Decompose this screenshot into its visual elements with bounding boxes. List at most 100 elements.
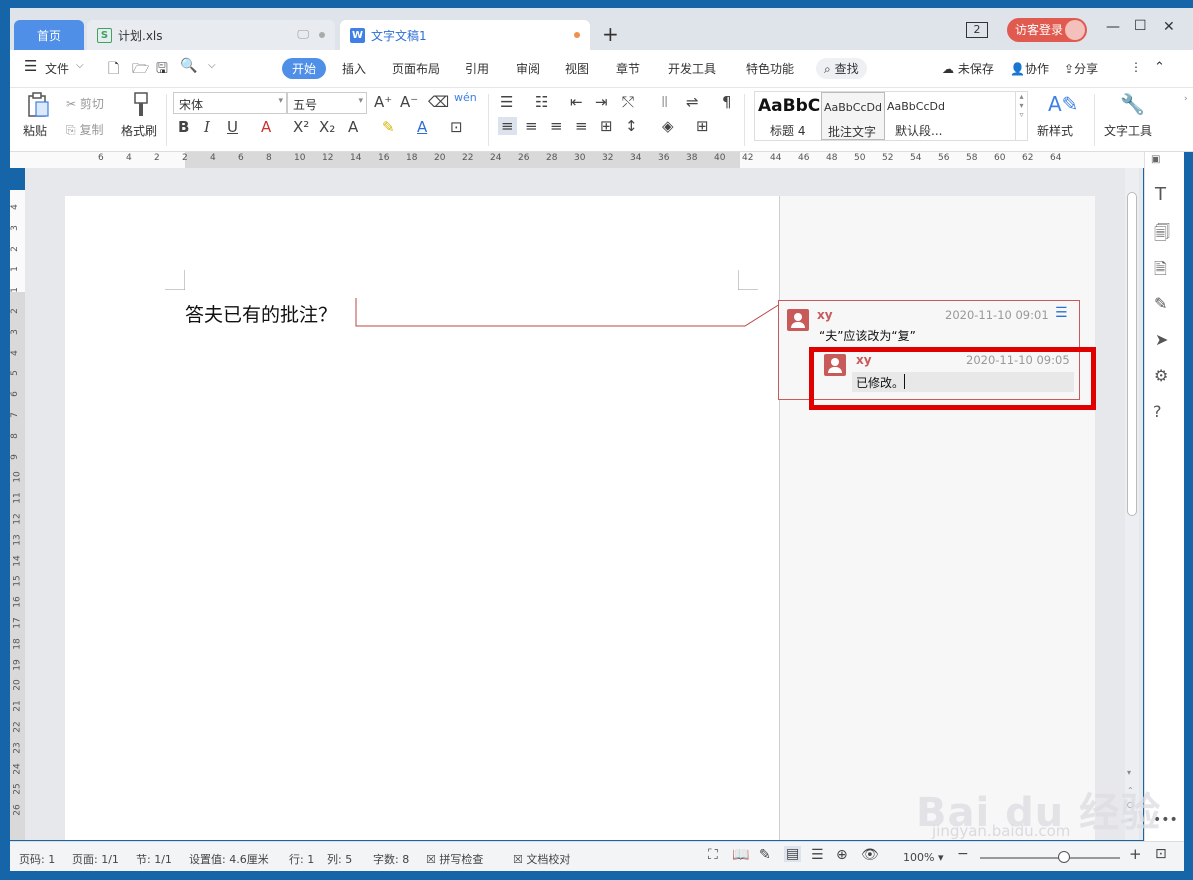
- scroll-down-icon[interactable]: ▾: [1127, 768, 1131, 777]
- web-view-icon[interactable]: ⊕: [836, 847, 848, 863]
- menu-start[interactable]: 开始: [282, 58, 327, 79]
- menu-chapter[interactable]: 章节: [616, 60, 640, 77]
- spell-check-button[interactable]: ☒ 拼写检查: [426, 851, 483, 867]
- format-painter-button[interactable]: 格式刷: [121, 122, 157, 139]
- fullscreen-icon[interactable]: ⛶: [708, 847, 718, 863]
- chevron-down-icon[interactable]: ⌵: [76, 60, 84, 71]
- status-setting[interactable]: 设置值: 4.6厘米: [189, 851, 269, 867]
- more-options-icon[interactable]: ⋮: [1130, 60, 1142, 74]
- style-heading4[interactable]: AaBbC 标题 4: [755, 92, 821, 140]
- strikethrough-icon[interactable]: A: [261, 118, 271, 136]
- new-doc-icon[interactable]: 🗋: [108, 58, 119, 82]
- bold-icon[interactable]: B: [178, 118, 189, 136]
- doc-settings-icon[interactable]: 🗎: [1154, 258, 1167, 285]
- pointer-icon[interactable]: ➤: [1155, 330, 1168, 349]
- char-border-icon[interactable]: ⊡: [450, 118, 463, 136]
- subscript-icon[interactable]: X₂: [319, 118, 335, 136]
- decrease-indent-icon[interactable]: ⇤: [570, 93, 583, 111]
- menu-page-layout[interactable]: 页面布局: [392, 60, 440, 77]
- collab-button[interactable]: 👤协作: [1010, 60, 1049, 77]
- line-spacing-icon[interactable]: ↕: [625, 117, 638, 135]
- text-effect-icon[interactable]: A: [348, 118, 358, 136]
- menu-special[interactable]: 特色功能: [746, 60, 794, 77]
- text-tool-icon[interactable]: T: [1155, 184, 1166, 205]
- menu-insert[interactable]: 插入: [342, 60, 366, 77]
- font-color-icon[interactable]: A: [417, 118, 427, 136]
- tab-doc[interactable]: W 文字文稿1: [340, 20, 590, 50]
- guest-login-button[interactable]: 访客登录: [1007, 18, 1087, 42]
- quick-access-more-icon[interactable]: ⌵: [208, 60, 216, 71]
- proof-button[interactable]: ☒ 文档校对: [513, 851, 570, 867]
- comment-text[interactable]: “夫”应该改为“复”: [819, 327, 916, 344]
- italic-icon[interactable]: I: [204, 118, 210, 136]
- status-page-no[interactable]: 页码: 1: [19, 851, 55, 867]
- close-button[interactable]: ✕: [1163, 19, 1175, 35]
- numbered-list-icon[interactable]: ☷: [535, 93, 548, 111]
- doc-search-icon[interactable]: 🗐: [1154, 222, 1170, 249]
- monitor-icon[interactable]: 🖵: [297, 27, 309, 42]
- status-col[interactable]: 列: 5: [327, 851, 352, 867]
- search-button[interactable]: ⌕ 查找: [816, 58, 867, 79]
- reading-mode-icon[interactable]: 📖: [732, 847, 749, 863]
- menu-review[interactable]: 审阅: [516, 60, 540, 77]
- zoom-out-icon[interactable]: −: [957, 846, 969, 862]
- status-pages[interactable]: 页面: 1/1: [72, 851, 119, 867]
- ribbon-scroll-right-icon[interactable]: ›: [1184, 94, 1188, 104]
- text-direction-icon[interactable]: Ⅱ: [661, 93, 668, 111]
- shrink-font-icon[interactable]: A⁻: [400, 93, 418, 111]
- menu-file[interactable]: 文件: [45, 60, 69, 77]
- write-mode-icon[interactable]: ✎: [759, 847, 771, 863]
- font-name-select[interactable]: 宋体: [173, 92, 287, 114]
- collapse-ribbon-icon[interactable]: ⌃: [1154, 60, 1165, 75]
- font-size-select[interactable]: 五号: [287, 92, 367, 114]
- page-view-icon[interactable]: ▤: [784, 846, 802, 862]
- document-page[interactable]: 答夫已有的批注？: [65, 196, 779, 840]
- eye-protect-icon[interactable]: 👁: [861, 847, 879, 863]
- style-gallery-scroll[interactable]: ▴ ▾ ▿: [1015, 92, 1027, 140]
- highlight-icon[interactable]: ✎: [382, 118, 395, 136]
- menu-developer[interactable]: 开发工具: [668, 60, 716, 77]
- format-painter-icon[interactable]: [130, 92, 152, 121]
- zoom-select[interactable]: 100% ▾: [903, 851, 943, 864]
- increase-indent-icon[interactable]: ⇥: [595, 93, 608, 111]
- align-right-icon[interactable]: ≡: [550, 117, 563, 135]
- justify-icon[interactable]: ≡: [575, 117, 588, 135]
- distribute-icon[interactable]: ⊞: [600, 117, 613, 135]
- paste-button[interactable]: 粘贴: [23, 122, 47, 139]
- new-style-icon[interactable]: A✎: [1048, 92, 1078, 116]
- chinese-layout-icon[interactable]: ⤲: [622, 93, 634, 111]
- vertical-scrollbar[interactable]: ▾ ⌃ ○ ⌄: [1125, 168, 1139, 840]
- pen-icon[interactable]: ✎: [1154, 294, 1167, 313]
- clear-format-icon[interactable]: ⌫: [428, 93, 449, 111]
- help-icon[interactable]: ?: [1153, 402, 1162, 421]
- unsaved-button[interactable]: ☁ 未保存: [942, 60, 994, 77]
- paste-icon[interactable]: [24, 92, 52, 118]
- style-comment-text[interactable]: AaBbCcDd 批注文字: [821, 92, 885, 140]
- zoom-slider[interactable]: [980, 851, 1120, 863]
- bullet-list-icon[interactable]: ☰: [500, 93, 513, 111]
- borders-icon[interactable]: ⊞: [696, 117, 709, 135]
- grow-font-icon[interactable]: A⁺: [374, 93, 392, 111]
- pinyin-icon[interactable]: wén: [454, 91, 477, 104]
- panel-toggle-icon[interactable]: ▣: [1151, 154, 1160, 165]
- minimize-button[interactable]: —: [1106, 19, 1120, 35]
- open-folder-icon[interactable]: 🗁: [132, 58, 149, 82]
- comment-menu-icon[interactable]: ☰: [1055, 305, 1068, 321]
- status-words[interactable]: 字数: 8: [373, 851, 409, 867]
- vertical-ruler[interactable]: 4 3 2 1 1 2 3 4 5 6 7 8 9 10 11 12 13 14 15 16 17 18 19 20 21 22 2…: [10, 190, 25, 840]
- shading-icon[interactable]: ◈: [662, 117, 674, 135]
- maximize-button[interactable]: ☐: [1134, 18, 1147, 34]
- share-button[interactable]: ⇪分享: [1064, 60, 1098, 77]
- menu-reference[interactable]: 引用: [465, 60, 489, 77]
- print-preview-icon[interactable]: 🔍: [180, 58, 197, 74]
- menu-view[interactable]: 视图: [565, 60, 589, 77]
- new-style-button[interactable]: 新样式: [1037, 122, 1073, 139]
- save-icon[interactable]: 🖫: [156, 58, 168, 82]
- tab-home[interactable]: 首页: [14, 20, 84, 50]
- status-section[interactable]: 节: 1/1: [136, 851, 172, 867]
- tab-xls[interactable]: S 计划.xls 🖵: [87, 20, 335, 50]
- sliders-icon[interactable]: ⚙: [1154, 366, 1168, 385]
- status-row[interactable]: 行: 1: [289, 851, 314, 867]
- copy-button[interactable]: ⎘ 复制: [66, 121, 103, 138]
- zoom-in-icon[interactable]: +: [1129, 845, 1142, 863]
